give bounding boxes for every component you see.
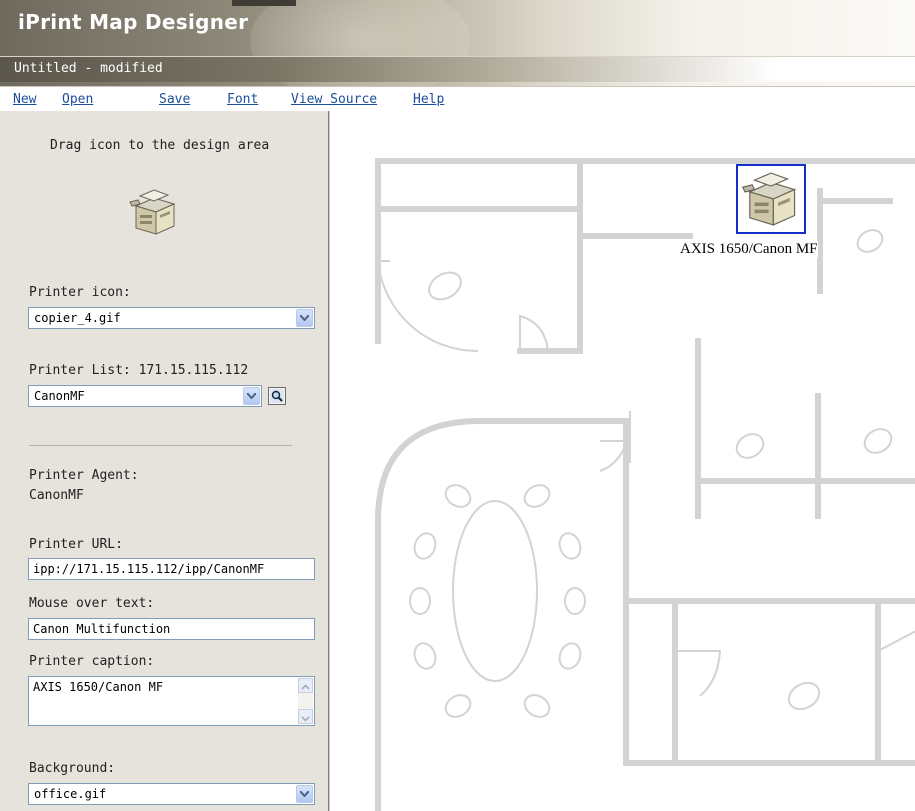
document-title: Untitled - modified [14, 61, 163, 76]
search-icon[interactable] [268, 387, 286, 405]
copier-icon[interactable] [126, 184, 182, 240]
menu-font[interactable]: Font [227, 92, 258, 107]
printer-icon-value: copier_4.gif [34, 311, 121, 325]
caption-value: AXIS 1650/Canon MF [33, 680, 164, 694]
menu-bar: New Open Save Font View Source Help [0, 86, 915, 112]
caption-textarea[interactable]: AXIS 1650/Canon MF [28, 676, 315, 726]
mouse-over-label: Mouse over text: [29, 596, 155, 611]
chevron-down-icon[interactable] [296, 309, 313, 327]
printer-url-value: ipp://171.15.115.112/ipp/CanonMF [33, 562, 265, 576]
printer-list-value: CanonMF [34, 389, 85, 403]
background-select[interactable]: office.gif [28, 783, 315, 805]
printer-url-field[interactable]: ipp://171.15.115.112/ipp/CanonMF [28, 558, 315, 580]
background-value: office.gif [34, 787, 107, 801]
scroll-down-icon[interactable] [298, 709, 313, 724]
document-title-bar: Untitled - modified [0, 56, 915, 82]
office-floorplan [375, 158, 915, 811]
placed-printer[interactable] [736, 164, 806, 234]
drag-hint: Drag icon to the design area [50, 138, 270, 153]
printer-url-label: Printer URL: [29, 537, 123, 552]
mouse-over-value: Canon Multifunction [33, 622, 171, 636]
app-header: iPrint Map Designer Untitled - modified [0, 0, 915, 86]
properties-sidebar: Drag icon to the design area Printer ico… [0, 111, 329, 811]
printer-agent-label: Printer Agent: [29, 468, 139, 483]
chevron-down-icon[interactable] [296, 785, 313, 803]
printer-icon-select[interactable]: copier_4.gif [28, 307, 315, 329]
menu-save[interactable]: Save [159, 92, 190, 107]
copier-icon [741, 172, 797, 226]
printer-icon-label: Printer icon: [29, 285, 131, 300]
placed-printer-caption: AXIS 1650/Canon MF [680, 241, 818, 258]
scroll-up-icon[interactable] [298, 678, 313, 693]
design-area[interactable]: AXIS 1650/Canon MF [329, 111, 915, 811]
caption-label: Printer caption: [29, 654, 155, 669]
header-notch [232, 0, 296, 6]
menu-view-source[interactable]: View Source [291, 92, 377, 107]
menu-open[interactable]: Open [62, 92, 93, 107]
printer-list-select[interactable]: CanonMF [28, 385, 262, 407]
caption-scrollbar[interactable] [298, 678, 313, 724]
mouse-over-field[interactable]: Canon Multifunction [28, 618, 315, 640]
sidebar-divider [29, 445, 292, 446]
menu-new[interactable]: New [13, 92, 36, 107]
printer-list-label: Printer List: 171.15.115.112 [29, 363, 249, 378]
chevron-down-icon[interactable] [243, 387, 260, 405]
app-title: iPrint Map Designer [18, 10, 249, 34]
background-label: Background: [29, 761, 116, 776]
printer-agent-value: CanonMF [29, 488, 84, 503]
menu-help[interactable]: Help [413, 92, 444, 107]
